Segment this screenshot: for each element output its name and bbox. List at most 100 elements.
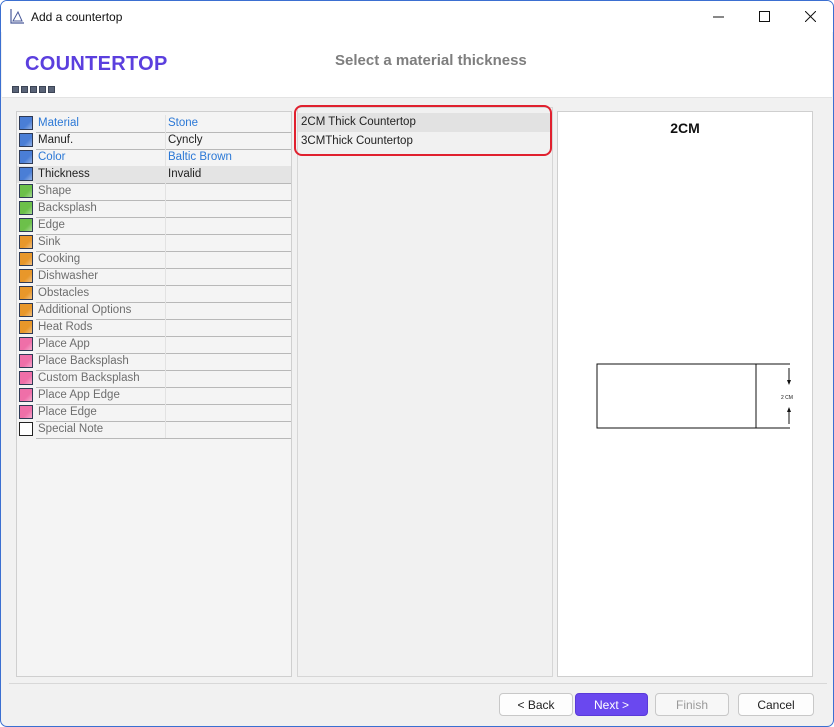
highlight-box (294, 105, 552, 156)
category-color-icon (19, 269, 33, 283)
category-color-icon (19, 337, 33, 351)
column-divider (165, 149, 166, 166)
property-name: Heat Rods (38, 321, 93, 333)
property-row-place-edge[interactable]: Place Edge (17, 404, 291, 421)
category-color-icon (19, 320, 33, 334)
thickness-diagram: 2 CM (596, 363, 793, 429)
close-icon[interactable] (787, 1, 833, 32)
property-name: Material (38, 117, 79, 129)
column-divider (165, 302, 166, 319)
column-divider (165, 268, 166, 285)
property-row-color[interactable]: Color Baltic Brown (17, 149, 291, 166)
property-name: Color (38, 151, 66, 163)
column-divider (165, 336, 166, 353)
category-color-icon (19, 201, 33, 215)
property-row-obstacles[interactable]: Obstacles (17, 285, 291, 302)
property-value: Cyncly (168, 134, 203, 146)
property-row-manuf-[interactable]: Manuf. Cyncly (17, 132, 291, 149)
page-subtitle: Select a material thickness (335, 52, 527, 69)
property-row-special-note[interactable]: Special Note (17, 421, 291, 438)
property-name: Special Note (38, 423, 104, 435)
dialog-window: Add a countertop COUNTERTOP Select a mat… (0, 0, 834, 727)
column-divider (165, 370, 166, 387)
step-dot (12, 86, 19, 93)
maximize-icon[interactable] (741, 1, 787, 32)
wizard-header: COUNTERTOP Select a material thickness (2, 32, 832, 98)
finish-button[interactable]: Finish (655, 693, 729, 716)
app-icon (10, 9, 24, 24)
step-dot (30, 86, 37, 93)
property-row-heat-rods[interactable]: Heat Rods (17, 319, 291, 336)
property-name: Place App Edge (38, 389, 120, 401)
category-color-icon (19, 167, 33, 181)
column-divider (165, 115, 166, 132)
property-row-place-app-edge[interactable]: Place App Edge (17, 387, 291, 404)
column-divider (165, 387, 166, 404)
property-row-place-app[interactable]: Place App (17, 336, 291, 353)
column-divider (165, 166, 166, 183)
column-divider (165, 251, 166, 268)
column-divider (165, 319, 166, 336)
next-button[interactable]: Next > (575, 693, 648, 716)
category-color-icon (19, 303, 33, 317)
property-value[interactable]: Stone (168, 117, 198, 129)
property-name: Place Edge (38, 406, 97, 418)
column-divider (165, 183, 166, 200)
step-dot (39, 86, 46, 93)
property-list: Material Stone Manuf. Cyncly Color Baltic Bro… (16, 111, 292, 677)
dimension-label: 2 CM (781, 395, 793, 401)
property-name: Edge (38, 219, 65, 231)
step-indicator (12, 86, 55, 93)
property-row-place-backsplash[interactable]: Place Backsplash (17, 353, 291, 370)
property-name: Backsplash (38, 202, 97, 214)
thickness-options-list: 2CM Thick Countertop 3CMThick Countertop (297, 107, 553, 677)
category-color-icon (19, 133, 33, 147)
cancel-button[interactable]: Cancel (738, 693, 814, 716)
category-color-icon (19, 405, 33, 419)
property-row-backsplash[interactable]: Backsplash (17, 200, 291, 217)
minimize-icon[interactable] (695, 1, 741, 32)
category-color-icon (19, 150, 33, 164)
column-divider (165, 404, 166, 421)
category-color-icon (19, 371, 33, 385)
step-dot (48, 86, 55, 93)
category-color-icon (19, 422, 33, 436)
category-color-icon (19, 184, 33, 198)
category-color-icon (19, 116, 33, 130)
column-divider (165, 200, 166, 217)
back-button[interactable]: < Back (499, 693, 573, 716)
property-name: Place App (38, 338, 90, 350)
column-divider (165, 132, 166, 149)
property-name: Manuf. (38, 134, 74, 146)
category-color-icon (19, 354, 33, 368)
property-value[interactable]: Baltic Brown (168, 151, 232, 163)
property-name: Place Backsplash (38, 355, 129, 367)
property-name: Obstacles (38, 287, 90, 299)
property-row-additional-options[interactable]: Additional Options (17, 302, 291, 319)
title-bar: Add a countertop (1, 1, 833, 32)
property-row-dishwasher[interactable]: Dishwasher (17, 268, 291, 285)
column-divider (165, 234, 166, 251)
category-color-icon (19, 252, 33, 266)
category-color-icon (19, 286, 33, 300)
property-row-custom-backsplash[interactable]: Custom Backsplash (17, 370, 291, 387)
column-divider (165, 353, 166, 370)
property-name: Shape (38, 185, 72, 197)
property-row-cooking[interactable]: Cooking (17, 251, 291, 268)
property-name: Cooking (38, 253, 81, 265)
property-row-shape[interactable]: Shape (17, 183, 291, 200)
property-row-edge[interactable]: Edge (17, 217, 291, 234)
footer-divider (9, 683, 827, 684)
property-row-sink[interactable]: Sink (17, 234, 291, 251)
category-color-icon (19, 235, 33, 249)
property-row-material[interactable]: Material Stone (17, 115, 291, 132)
property-name: Thickness (38, 168, 90, 180)
property-row-thickness[interactable]: Thickness Invalid (17, 166, 291, 183)
category-color-icon (19, 218, 33, 232)
step-dot (21, 86, 28, 93)
row-divider (36, 438, 291, 439)
category-color-icon (19, 388, 33, 402)
property-name: Dishwasher (38, 270, 99, 282)
property-name: Custom Backsplash (38, 372, 140, 384)
page-title: COUNTERTOP (25, 53, 168, 75)
